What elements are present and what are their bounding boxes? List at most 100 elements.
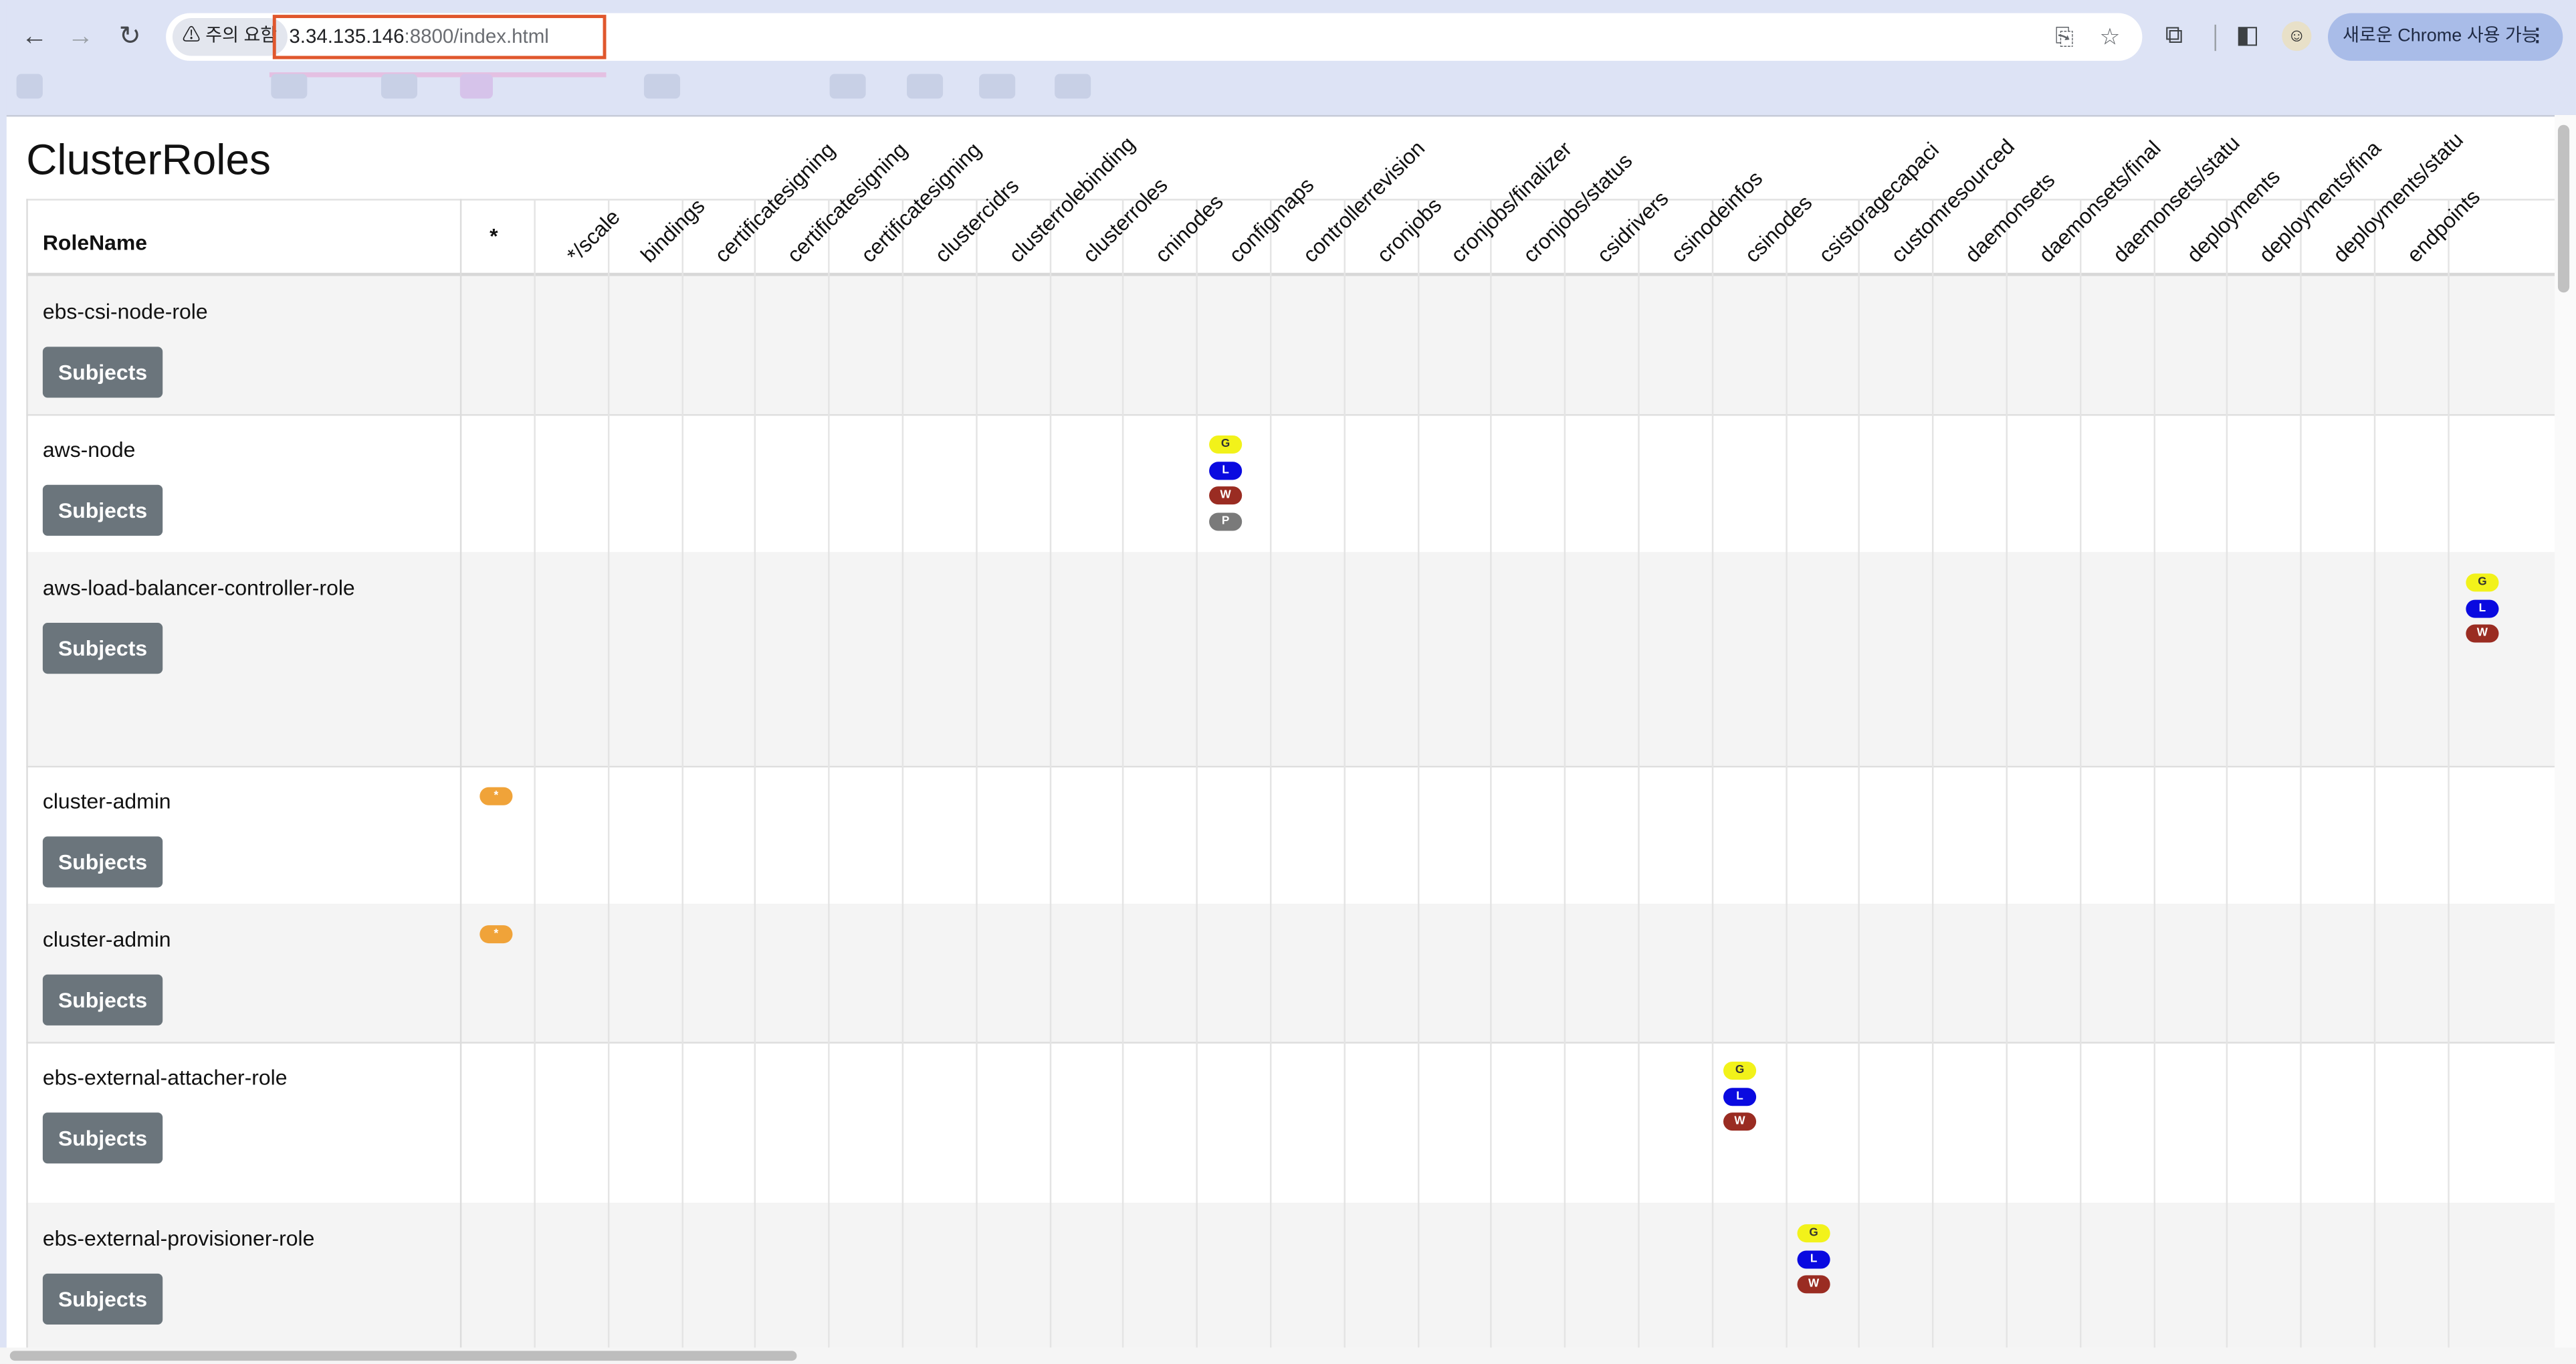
- column-header-customresourced[interactable]: customresourced: [1886, 134, 2019, 267]
- column-divider: [976, 199, 978, 1349]
- security-warning-chip[interactable]: ⚠ 주의 요함: [172, 18, 287, 56]
- table-row: ebs-external-attacher-role Subjects: [26, 1042, 2556, 1203]
- column-divider: [1711, 199, 1714, 1349]
- vertical-scrollbar-thumb[interactable]: [2557, 124, 2570, 293]
- rolename-header[interactable]: RoleName: [43, 230, 147, 255]
- bookmark-item[interactable]: [979, 74, 1016, 99]
- column-divider: [1638, 199, 1640, 1349]
- column-header-controllerrevision[interactable]: controllerrevision: [1298, 136, 1430, 268]
- role-name: cluster-admin: [42, 789, 171, 814]
- chrome-update-button[interactable]: 새로운 Chrome 사용 가능 ⋮: [2328, 13, 2563, 61]
- url-highlight-box[interactable]: 3.34.135.146:8800/index.html: [272, 15, 607, 60]
- column-divider: [1196, 199, 1198, 1349]
- bookmark-item[interactable]: [1055, 74, 1091, 99]
- column-divider: [1931, 199, 1934, 1349]
- column-header-csistoragecapaci[interactable]: csistoragecapaci: [1814, 137, 1943, 267]
- column-divider: [459, 199, 462, 1349]
- column-divider: [1786, 199, 1788, 1349]
- column-header-daemonsets-final[interactable]: daemonsets/final: [2034, 136, 2165, 268]
- column-divider: [2226, 199, 2228, 1349]
- update-label: 새로운 Chrome 사용 가능: [2343, 26, 2539, 46]
- subjects-button[interactable]: Subjects: [42, 484, 163, 536]
- verb-badge-l: L: [2466, 599, 2499, 617]
- translate-icon[interactable]: ⎘: [2055, 23, 2074, 49]
- column-divider: [2006, 199, 2008, 1349]
- role-name: aws-node: [42, 437, 136, 462]
- column-divider: [2153, 199, 2156, 1349]
- all-verbs-badge: *: [479, 787, 513, 805]
- browser-window: ← → ↻ ⚠ 주의 요함 3.34.135.146:8800/index.ht…: [0, 0, 2576, 1364]
- column-header-cronjobs[interactable]: cronjobs: [1372, 193, 1446, 267]
- column-divider: [1121, 199, 1124, 1349]
- column-divider: [2080, 199, 2082, 1349]
- table-row: ebs-external-provisioner-role Subjects: [26, 1203, 2557, 1364]
- subjects-button[interactable]: Subjects: [42, 836, 163, 888]
- column-divider: [534, 199, 536, 1349]
- bookmark-star-icon[interactable]: ☆: [2100, 23, 2121, 49]
- url-path: :8800/index.html: [404, 24, 549, 48]
- role-name: aws-load-balancer-controller-role: [42, 575, 355, 600]
- all-verbs-badge: *: [479, 925, 513, 944]
- subjects-button[interactable]: Subjects: [42, 347, 163, 398]
- all-resources-header[interactable]: *: [490, 223, 498, 248]
- side-panel-icon[interactable]: ◧: [2236, 19, 2259, 52]
- table-row: aws-load-balancer-controller-role Subject…: [26, 552, 2557, 766]
- column-divider: [1490, 199, 1492, 1349]
- table-row: aws-node Subjects: [26, 414, 2556, 552]
- verb-badge-w: W: [1797, 1275, 1830, 1294]
- profile-icon[interactable]: ☺: [2282, 21, 2312, 52]
- column-divider: [1418, 199, 1420, 1349]
- column-header-deployments-fina[interactable]: deployments/fina: [2254, 136, 2385, 268]
- role-name: ebs-external-attacher-role: [42, 1064, 288, 1090]
- column-header-deployments-statu[interactable]: deployments/statu: [2328, 127, 2468, 267]
- bookmark-item[interactable]: [381, 74, 417, 99]
- column-header-cninodes[interactable]: cninodes: [1150, 189, 1228, 267]
- menu-dots-icon[interactable]: ⋮: [2529, 13, 2547, 61]
- window-frame: [0, 0, 7, 1364]
- verb-badge-w: W: [1723, 1112, 1757, 1131]
- url-text: 3.34.135.146:8800/index.html: [289, 25, 548, 47]
- bookmark-item[interactable]: [271, 74, 308, 99]
- column-divider: [607, 199, 610, 1349]
- column-divider: [1344, 199, 1346, 1349]
- verb-badge-g: G: [1797, 1224, 1830, 1243]
- column-header-bindings[interactable]: bindings: [636, 193, 710, 267]
- verb-badge-w: W: [1209, 486, 1243, 505]
- subjects-button[interactable]: Subjects: [42, 623, 163, 674]
- subjects-button[interactable]: Subjects: [42, 1273, 163, 1325]
- table-left-border: [26, 199, 28, 1349]
- subjects-button[interactable]: Subjects: [42, 974, 163, 1026]
- reload-icon[interactable]: ↻: [112, 19, 148, 56]
- column-divider: [681, 199, 683, 1349]
- horizontal-scrollbar-thumb[interactable]: [9, 1351, 797, 1361]
- column-divider: [901, 199, 904, 1349]
- verb-badge-l: L: [1209, 461, 1243, 480]
- table-header-border: [26, 272, 2557, 276]
- table-row: cluster-admin Subjects: [26, 904, 2557, 1042]
- subjects-button[interactable]: Subjects: [42, 1112, 163, 1164]
- column-header--scale[interactable]: */scale: [562, 205, 625, 268]
- blurred-tab-strip: [269, 72, 607, 78]
- toolbar-divider: [2214, 24, 2216, 52]
- bookmark-item[interactable]: [16, 74, 43, 99]
- table-row: ebs-csi-node-role Subjects: [26, 276, 2557, 415]
- verb-badge-l: L: [1797, 1250, 1830, 1268]
- role-name: ebs-csi-node-role: [42, 299, 208, 324]
- back-icon[interactable]: ←: [17, 19, 53, 56]
- role-name: cluster-admin: [42, 927, 171, 952]
- column-divider: [754, 199, 756, 1349]
- column-header-cronjobs-finalizer[interactable]: cronjobs/finalizer: [1446, 136, 1577, 268]
- bookmark-item[interactable]: [643, 74, 681, 99]
- column-divider: [2373, 199, 2376, 1349]
- vertical-scrollbar[interactable]: [2555, 114, 2576, 1348]
- column-header-csinodes[interactable]: csinodes: [1740, 190, 1817, 267]
- forward-icon[interactable]: →: [62, 19, 98, 56]
- page-title: ClusterRoles: [26, 134, 271, 185]
- column-divider: [828, 199, 830, 1349]
- bookmark-item[interactable]: [829, 74, 866, 99]
- verb-badge-g: G: [1209, 435, 1243, 454]
- extensions-icon[interactable]: ⧉: [2165, 19, 2183, 52]
- bookmark-item[interactable]: [459, 74, 493, 99]
- bookmark-item[interactable]: [907, 74, 944, 99]
- column-header-certificatesigning[interactable]: certificatesigning: [710, 137, 839, 267]
